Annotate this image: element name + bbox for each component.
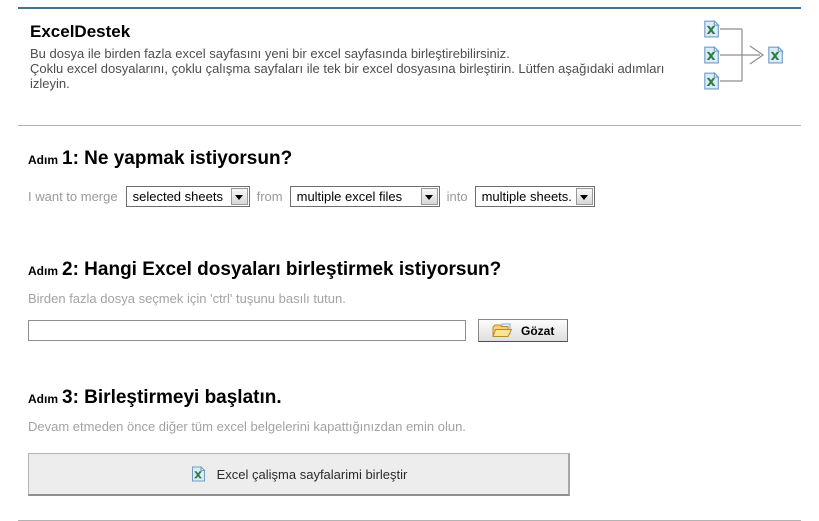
merge-diagram — [704, 20, 783, 90]
page: ExcelDestek Bu dosya ile birden fazla ex… — [0, 7, 819, 521]
file-path-input[interactable] — [28, 320, 466, 341]
header-description-line1: Bu dosya ile birden fazla excel sayfasın… — [30, 46, 510, 61]
step-3-hint: Devam etmeden önce diğer tüm excel belge… — [28, 419, 466, 434]
merge-sheets-button-label: Excel çalişma sayfalarimi birleştir — [216, 466, 408, 482]
merge-label: I want to merge — [28, 189, 118, 204]
chevron-down-icon[interactable] — [420, 188, 438, 205]
browse-button[interactable]: Gözat — [478, 319, 569, 342]
step-3-section: Adım 3: Birleştirmeyi başlatın. Devam etm… — [18, 382, 801, 496]
browse-button-label: Gözat — [521, 323, 555, 338]
step-1-title: 1: Ne yapmak istiyorsun? — [62, 148, 293, 169]
excel-file-icon — [190, 466, 206, 482]
from-label: from — [256, 189, 283, 204]
step-1-section: Adım 1: Ne yapmak istiyorsun? I want to m… — [18, 143, 801, 207]
excel-file-icon — [768, 46, 783, 64]
step-3-title: 3: Birleştirmeyi başlatın. — [62, 387, 282, 408]
header: ExcelDestek Bu dosya ile birden fazla ex… — [18, 9, 801, 91]
step-1-prefix: Adım — [28, 153, 58, 167]
files-select[interactable]: multiple excel files — [289, 186, 440, 207]
chevron-down-icon[interactable] — [230, 188, 248, 205]
step-2-hint: Birden fazla dosya seçmek için 'ctrl' tu… — [28, 291, 346, 306]
chevron-down-icon[interactable] — [575, 188, 593, 205]
page-title: ExcelDestek — [30, 22, 131, 41]
step-1-heading: Adım 1: Ne yapmak istiyorsun? — [28, 143, 801, 171]
excel-file-icon — [704, 20, 719, 38]
section-divider — [18, 125, 801, 126]
sheets-select-value: selected sheets — [132, 189, 223, 204]
header-description-line2: Çoklu excel dosyalarını, çoklu çalışma s… — [30, 61, 665, 91]
step-3-heading: Adım 3: Birleştirmeyi başlatın. — [28, 382, 801, 410]
step-2-section: Adım 2: Hangi Excel dosyaları birleştirme… — [18, 254, 801, 342]
into-label: into — [446, 189, 468, 204]
step-2-heading: Adım 2: Hangi Excel dosyaları birleştirme… — [28, 254, 801, 282]
target-select-value: multiple sheets. — [481, 189, 572, 204]
merge-sheets-button[interactable]: Excel çalişma sayfalarimi birleştir — [28, 453, 570, 496]
target-select[interactable]: multiple sheets. — [474, 186, 595, 207]
step-3-prefix: Adım — [28, 392, 58, 406]
file-picker-row: Gözat — [28, 319, 801, 342]
step-2-title: 2: Hangi Excel dosyaları birleştirmek is… — [62, 259, 502, 280]
sheets-select[interactable]: selected sheets — [125, 186, 250, 207]
step-2-prefix: Adım — [28, 264, 58, 278]
files-select-value: multiple excel files — [296, 189, 403, 204]
excel-file-icon — [704, 72, 719, 90]
folder-open-icon — [492, 323, 512, 339]
excel-file-icon — [704, 46, 719, 64]
merge-options-row: I want to merge selected sheets from mul… — [28, 186, 801, 207]
